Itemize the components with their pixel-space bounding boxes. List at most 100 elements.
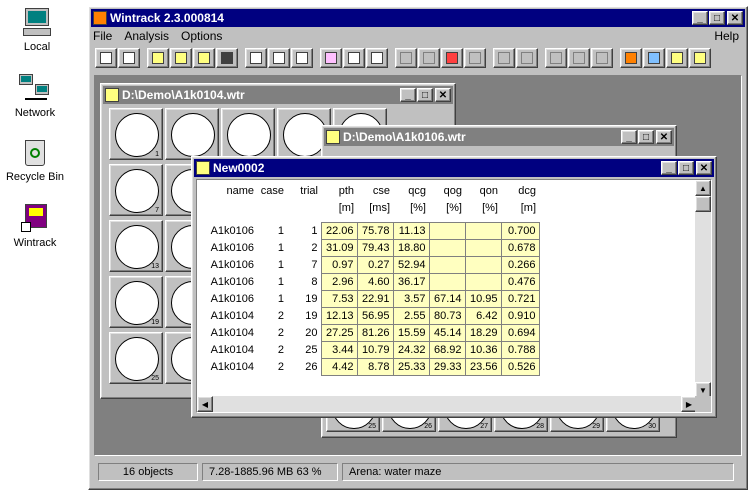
desktop-icon-local[interactable]: Local [2,6,72,53]
table-cell[interactable] [428,255,466,274]
table-cell[interactable]: A1k0104 [201,324,257,341]
window-icon[interactable] [666,48,688,68]
table-row[interactable]: A1k0106 1 1 22.06 75.78 11.13 0.700 [201,221,540,240]
column-header-trial[interactable]: trial [287,182,321,199]
table-cell[interactable]: 1 [257,222,287,239]
table-cell[interactable]: 31.09 [320,238,358,257]
table-cell[interactable]: 10.36 [464,340,502,359]
track-cell[interactable]: 13 [109,220,163,272]
minimize-button[interactable]: _ [621,130,637,144]
table-cell[interactable]: 0.526 [500,357,540,376]
table-cell[interactable]: 2.55 [392,306,430,325]
table-cell[interactable]: 45.14 [428,323,466,342]
table-cell[interactable]: 18.80 [392,238,430,257]
open-icon[interactable] [147,48,169,68]
track-cell[interactable]: 7 [109,164,163,216]
crosshair-icon[interactable] [441,48,463,68]
table-cell[interactable]: 26 [287,358,321,375]
minimize-button[interactable]: _ [400,88,416,102]
table-row[interactable]: A1k0106 1 19 7.53 22.91 3.57 67.14 10.95 0.721 [201,289,540,308]
chart-icon[interactable] [464,48,486,68]
minimize-button[interactable]: _ [661,161,677,175]
table-cell[interactable]: 56.95 [356,306,394,325]
close-button[interactable]: ✕ [696,161,712,175]
table-cell[interactable]: A1k0106 [201,239,257,256]
table-cell[interactable]: 2 [257,341,287,358]
table-cell[interactable]: 81.26 [356,323,394,342]
desktop-icon-wintrack[interactable]: Wintrack [0,202,70,249]
table-cell[interactable]: 0.694 [500,323,540,342]
column-header-qon[interactable]: qon [465,182,501,199]
table-cell[interactable]: 11.13 [392,221,430,240]
table-cell[interactable]: 27.25 [320,323,358,342]
table-cell[interactable]: 1 [257,273,287,290]
table-cell[interactable]: 0.788 [500,340,540,359]
open-folder-icon[interactable] [170,48,192,68]
table-cell[interactable]: A1k0104 [201,307,257,324]
table-cell[interactable]: A1k0106 [201,256,257,273]
table-cell[interactable]: 6.42 [464,306,502,325]
table-cell[interactable]: 10.79 [356,340,394,359]
table-cell[interactable]: 2 [287,239,321,256]
table-cell[interactable]: 23.56 [464,357,502,376]
table-cell[interactable]: 22.06 [320,221,358,240]
close-button[interactable]: ✕ [435,88,451,102]
table-cell[interactable]: 8.78 [356,357,394,376]
table-cell[interactable]: A1k0106 [201,273,257,290]
table-cell[interactable]: A1k0106 [201,222,257,239]
column-header-dcg[interactable]: dcg [501,182,539,199]
table-cell[interactable] [428,272,466,291]
table-window-titlebar[interactable]: New0002 _ □ ✕ [194,159,714,177]
table-cell[interactable]: 1 [287,222,321,239]
table-cell[interactable]: 20 [287,324,321,341]
table-cell[interactable]: 25.33 [392,357,430,376]
table-cell[interactable] [464,238,502,257]
horizontal-scrollbar[interactable]: ◀ ▶ [197,396,697,412]
column-header-cse[interactable]: cse [357,182,393,199]
table-cell[interactable]: 0.266 [500,255,540,274]
table-cell[interactable]: 7.53 [320,289,358,308]
new-icon[interactable] [95,48,117,68]
table-cell[interactable]: 0.678 [500,238,540,257]
table-cell[interactable]: 29.33 [428,357,466,376]
table-cell[interactable]: 80.73 [428,306,466,325]
paste-icon[interactable] [291,48,313,68]
column-header-name[interactable]: name [201,182,257,199]
table-cell[interactable]: 22.91 [356,289,394,308]
scroll-thumb[interactable] [695,196,711,212]
track-window-titlebar[interactable]: D:\Demo\A1k0106.wtr _ □ ✕ [324,128,674,146]
maximize-button[interactable]: □ [709,11,725,25]
column-header-qog[interactable]: qog [429,182,465,199]
table-icon[interactable] [366,48,388,68]
minimize-button[interactable]: _ [692,11,708,25]
arrange-icon[interactable] [689,48,711,68]
table-cell[interactable] [464,255,502,274]
table-row[interactable]: A1k0106 1 7 0.97 0.27 52.94 0.266 [201,255,540,274]
table-row[interactable]: A1k0104 2 20 27.25 81.26 15.59 45.14 18.29 0.694 [201,323,540,342]
table-cell[interactable]: 25 [287,341,321,358]
table-cell[interactable]: 15.59 [392,323,430,342]
table-cell[interactable]: 19 [287,290,321,307]
table-cell[interactable]: 1 [257,290,287,307]
menu-analysis[interactable]: Analysis [124,29,169,43]
layout-3-icon[interactable] [591,48,613,68]
table-cell[interactable] [428,238,466,257]
table-cell[interactable]: 1 [257,256,287,273]
table-cell[interactable]: 19 [287,307,321,324]
track-cell[interactable]: 19 [109,276,163,328]
track-window-titlebar[interactable]: D:\Demo\A1k0104.wtr _ □ ✕ [103,86,453,104]
table-cell[interactable]: 4.60 [356,272,394,291]
maximize-button[interactable]: □ [678,161,694,175]
vertical-scrollbar[interactable]: ▲ ▼ [695,180,711,398]
table-cell[interactable]: 0.27 [356,255,394,274]
track-cell[interactable] [165,108,219,160]
view-icon[interactable] [118,48,140,68]
scroll-up-button[interactable]: ▲ [695,180,711,196]
table-cell[interactable]: 52.94 [392,255,430,274]
table-cell[interactable]: 2 [257,324,287,341]
menu-options[interactable]: Options [181,29,222,43]
menu-help[interactable]: Help [714,29,739,43]
table-cell[interactable]: 0.721 [500,289,540,308]
table-cell[interactable]: 68.92 [428,340,466,359]
column-header-qcg[interactable]: qcg [393,182,429,199]
